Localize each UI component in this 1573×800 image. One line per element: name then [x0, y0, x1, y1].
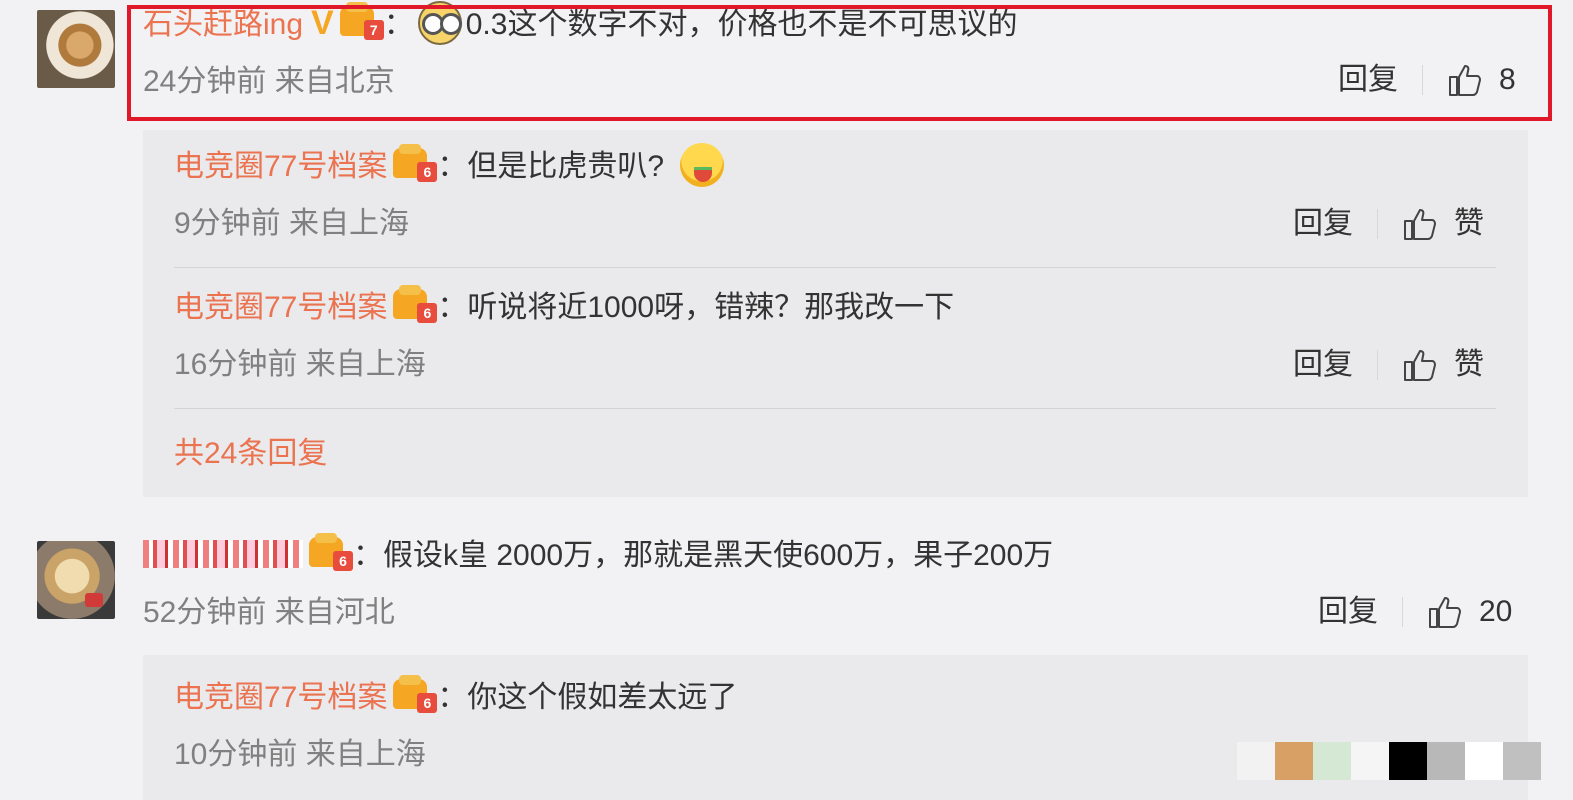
comment-item: 6 ：假设k皇 2000万，那就是黑天使600万，果子200万 52分钟前 来自河…	[0, 520, 1573, 650]
color-swatch	[1427, 742, 1465, 780]
reply-meta: 10分钟前 来自上海	[174, 735, 426, 775]
divider	[1402, 597, 1403, 627]
thumbs-up-icon	[1404, 350, 1436, 381]
timestamp: 9分钟前	[174, 207, 281, 240]
username[interactable]: 电竞圈77号档案	[174, 150, 387, 183]
divider	[1377, 209, 1378, 239]
reply-body: 电竞圈77号档案 6 ：听说将近1000呀，错辣？那我改一下	[174, 285, 955, 324]
like-button[interactable]: 赞	[1402, 204, 1484, 244]
location: 来自上海	[289, 207, 410, 240]
thumbs-up-icon	[1404, 209, 1436, 240]
color-swatch	[1465, 742, 1503, 780]
avatar[interactable]	[37, 541, 115, 619]
comment-text: 假设k皇 2000万，那就是黑天使600万，果子200万	[383, 539, 1054, 572]
username[interactable]: 电竞圈77号档案	[174, 291, 387, 324]
crown-level-badge-icon: 6	[393, 144, 438, 183]
crown-level-badge-icon: 6	[309, 533, 353, 572]
color-swatch	[1503, 742, 1541, 780]
reply-body: 电竞圈77号档案 6 ：但是比虎贵叭?	[174, 143, 728, 188]
thumbs-up-icon	[1429, 597, 1461, 628]
like-button[interactable]: 20	[1427, 592, 1512, 632]
color-swatch	[1389, 742, 1427, 780]
reply-body: 电竞圈77号档案 6 ：你这个假如差太远了	[174, 675, 738, 714]
crown-level-badge-icon: 6	[393, 285, 438, 324]
reply-actions: 回复 赞	[1293, 345, 1484, 385]
masked-username[interactable]	[143, 540, 303, 569]
timestamp: 16分钟前	[174, 348, 298, 381]
location: 来自上海	[305, 348, 426, 381]
reply-button[interactable]: 回复	[1293, 345, 1353, 385]
crown-level-badge-icon: 6	[393, 675, 438, 714]
reply-text: 你这个假如差太远了	[467, 681, 738, 714]
reply-text: 但是比虎贵叭?	[467, 150, 665, 183]
reply-meta: 16分钟前 来自上海	[174, 345, 426, 385]
reply-meta: 9分钟前 来自上海	[174, 204, 409, 244]
location: 来自上海	[305, 738, 426, 771]
location: 来自河北	[274, 596, 395, 629]
like-count: 20	[1479, 595, 1513, 628]
reply-button[interactable]: 回复	[1318, 592, 1378, 632]
reply-divider	[174, 408, 1496, 409]
color-swatch-strip	[1237, 742, 1541, 780]
timestamp: 52分钟前	[143, 596, 267, 629]
comment-actions: 回复 20	[1318, 592, 1512, 632]
color-swatch	[1351, 742, 1389, 780]
like-label: 赞	[1454, 348, 1484, 381]
reply-actions: 回复 赞	[1293, 204, 1484, 244]
like-button[interactable]: 赞	[1402, 345, 1484, 385]
reply-button[interactable]: 回复	[1293, 204, 1353, 244]
like-label: 赞	[1454, 207, 1484, 240]
username[interactable]: 电竞圈77号档案	[174, 681, 387, 714]
color-swatch	[1237, 742, 1275, 780]
comment-body: 6 ：假设k皇 2000万，那就是黑天使600万，果子200万	[143, 533, 1054, 576]
reply-divider	[174, 267, 1496, 268]
comment-meta: 52分钟前 来自河北	[143, 593, 395, 633]
color-swatch	[1275, 742, 1313, 780]
eating-melon-emoji-icon	[680, 143, 725, 188]
divider	[1377, 350, 1378, 380]
avatar[interactable]	[37, 10, 115, 88]
more-replies-link[interactable]: 共24条回复	[174, 434, 327, 474]
timestamp: 10分钟前	[174, 738, 298, 771]
highlight-box	[127, 5, 1552, 121]
reply-text: 听说将近1000呀，错辣？那我改一下	[467, 291, 955, 324]
color-swatch	[1313, 742, 1351, 780]
